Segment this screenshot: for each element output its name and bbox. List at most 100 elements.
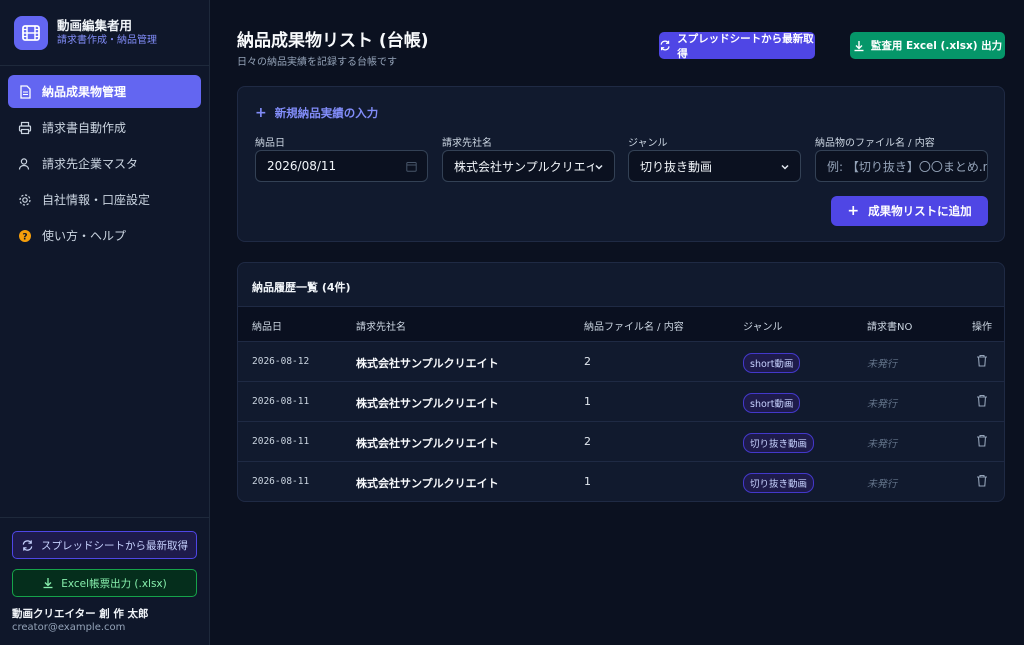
svg-text:?: ? [22, 232, 27, 242]
sidebar-item-label: 請求先企業マスタ [42, 157, 139, 171]
brand-title: 動画編集者用 [57, 18, 133, 33]
genre-badge: 切り抜き動画 [743, 433, 815, 453]
sidebar-footer: スプレッドシートから最新取得 Excel帳票出力 (.xlsx) 動画クリエイタ… [0, 517, 209, 645]
header-invoice: 請求書NO [867, 322, 913, 333]
trash-icon[interactable] [976, 354, 988, 370]
gear-icon [18, 193, 32, 207]
new-delivery-form: + 新規納品実績の入力 納品日 2026/08/11 請求先社名 株式会社サンプ… [237, 86, 1005, 242]
date-value: 2026/08/11 [267, 159, 337, 173]
sidebar-item-label: 使い方・ヘルプ [42, 229, 127, 243]
client-select[interactable]: 株式会社サンプルクリエイ [442, 150, 615, 182]
row-client: 株式会社サンプルクリエイト [356, 437, 499, 450]
genre-badge: 切り抜き動画 [743, 473, 815, 493]
sidebar-nav: 納品成果物管理 請求書自動作成 請求先企業マスタ 自社情報・口座設定 ? 使い方… [0, 66, 209, 264]
content-placeholder: 例: 【切り抜き】〇〇まとめ.r [827, 159, 988, 174]
chevron-down-icon [594, 161, 604, 175]
sidebar-item-invoice[interactable]: 請求書自動作成 [8, 111, 201, 144]
table-row: 2026-08-11 株式会社サンプルクリエイト 1 short動画 未発行 [238, 382, 1004, 422]
add-to-list-button[interactable]: + 成果物リストに追加 [831, 196, 988, 226]
row-genre: 切り抜き動画 [743, 433, 815, 453]
document-icon [18, 84, 32, 99]
sync-spreadsheet-button[interactable]: スプレッドシートから最新取得 [659, 32, 815, 60]
download-icon [854, 40, 864, 51]
client-label: 請求先社名 [442, 138, 492, 149]
brand-subtitle: 請求書作成・納品管理 [57, 35, 157, 46]
row-content: 1 [584, 395, 591, 408]
trash-icon[interactable] [976, 434, 988, 450]
row-date: 2026-08-11 [252, 436, 310, 447]
row-genre: short動画 [743, 393, 801, 413]
printer-icon [18, 121, 32, 135]
sync-spreadsheet-label: スプレッドシートから最新取得 [677, 32, 814, 60]
row-client: 株式会社サンプルクリエイト [356, 357, 499, 370]
row-client: 株式会社サンプルクリエイト [356, 477, 499, 490]
sidebar-item-settings[interactable]: 自社情報・口座設定 [8, 183, 201, 216]
genre-badge: short動画 [743, 393, 801, 413]
header-client: 請求先社名 [356, 322, 406, 333]
sidebar: 動画編集者用 請求書作成・納品管理 納品成果物管理 請求書自動作成 請求先企業マ… [0, 0, 210, 645]
row-date: 2026-08-11 [252, 396, 310, 407]
sidebar-sync-button[interactable]: スプレッドシートから最新取得 [12, 531, 197, 559]
user-icon [18, 157, 32, 171]
user-email: creator@example.com [12, 622, 126, 633]
chevron-down-icon [780, 161, 790, 175]
film-icon [14, 15, 48, 50]
delivery-history-table: 納品履歴一覧 (4件) 納品日 請求先社名 納品ファイル名 / 内容 ジャンル … [237, 262, 1005, 502]
row-invoice: 未発行 [867, 439, 897, 450]
genre-badge: short動画 [743, 353, 801, 373]
trash-icon[interactable] [976, 394, 988, 410]
sidebar-item-label: 自社情報・口座設定 [42, 193, 151, 207]
sidebar-item-clients[interactable]: 請求先企業マスタ [8, 147, 201, 180]
row-client: 株式会社サンプルクリエイト [356, 397, 499, 410]
header-date: 納品日 [252, 322, 282, 333]
date-input[interactable]: 2026/08/11 [255, 150, 428, 182]
sidebar-sync-label: スプレッドシートから最新取得 [41, 539, 188, 552]
table-row: 2026-08-11 株式会社サンプルクリエイト 2 切り抜き動画 未発行 [238, 422, 1004, 462]
sidebar-excel-button[interactable]: Excel帳票出力 (.xlsx) [12, 569, 197, 597]
sidebar-item-label: 請求書自動作成 [42, 121, 127, 135]
row-content: 1 [584, 475, 591, 488]
genre-label: ジャンル [628, 138, 668, 149]
export-excel-button[interactable]: 監査用 Excel (.xlsx) 出力 [850, 32, 1005, 59]
row-genre: short動画 [743, 353, 801, 373]
page-title: 納品成果物リスト (台帳) [237, 31, 429, 51]
table-header: 納品日 請求先社名 納品ファイル名 / 内容 ジャンル 請求書NO 操作 [238, 306, 1004, 342]
calendar-icon[interactable] [406, 161, 417, 175]
sidebar-item-label: 納品成果物管理 [42, 85, 127, 99]
genre-select[interactable]: 切り抜き動画 [628, 150, 801, 182]
table-row: 2026-08-12 株式会社サンプルクリエイト 2 short動画 未発行 [238, 342, 1004, 382]
add-to-list-label: 成果物リストに追加 [868, 204, 972, 218]
help-icon: ? [18, 229, 32, 243]
row-date: 2026-08-11 [252, 476, 310, 487]
brand: 動画編集者用 請求書作成・納品管理 [0, 0, 209, 66]
plus-icon: + [255, 105, 267, 121]
plus-icon: + [847, 203, 860, 219]
form-heading: + 新規納品実績の入力 [255, 105, 378, 121]
page-subtitle: 日々の納品実績を記録する台帳です [237, 57, 397, 68]
row-date: 2026-08-12 [252, 356, 310, 367]
date-label: 納品日 [255, 138, 285, 149]
row-invoice: 未発行 [867, 359, 897, 370]
content-label: 納品物のファイル名 / 内容 [815, 138, 935, 149]
row-content: 2 [584, 355, 591, 368]
content-input[interactable]: 例: 【切り抜き】〇〇まとめ.r [815, 150, 988, 182]
row-invoice: 未発行 [867, 479, 897, 490]
header-content: 納品ファイル名 / 内容 [584, 322, 684, 333]
sidebar-item-deliverables[interactable]: 納品成果物管理 [8, 75, 201, 108]
row-invoice: 未発行 [867, 399, 897, 410]
sidebar-excel-label: Excel帳票出力 (.xlsx) [61, 577, 167, 590]
client-value: 株式会社サンプルクリエイ [454, 159, 594, 174]
export-excel-label: 監査用 Excel (.xlsx) 出力 [870, 40, 1003, 52]
trash-icon[interactable] [976, 474, 988, 490]
row-content: 2 [584, 435, 591, 448]
refresh-icon [22, 539, 33, 551]
table-title: 納品履歴一覧 (4件) [252, 281, 351, 294]
user-name: 動画クリエイター 創 作 太郎 [12, 608, 149, 620]
sidebar-item-help[interactable]: ? 使い方・ヘルプ [8, 219, 201, 252]
header-genre: ジャンル [743, 322, 783, 333]
download-icon [43, 578, 53, 589]
genre-value: 切り抜き動画 [640, 159, 713, 174]
refresh-icon [660, 40, 670, 51]
row-genre: 切り抜き動画 [743, 473, 815, 493]
header-action: 操作 [972, 322, 992, 333]
